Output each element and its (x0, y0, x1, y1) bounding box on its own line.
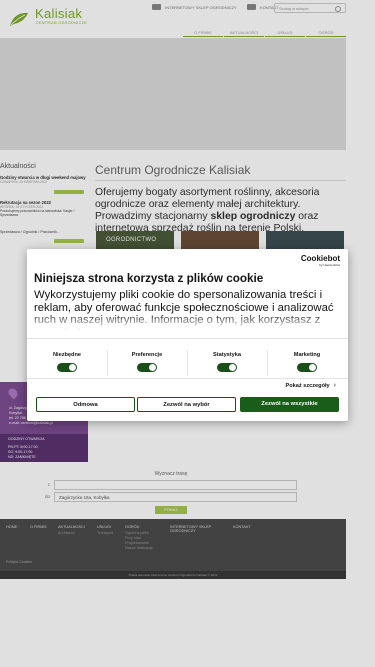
toggle-statistics[interactable] (217, 363, 237, 372)
show-details-link[interactable]: Pokaż szczegóły › (286, 382, 337, 389)
consent-statistics: Statystyka (187, 352, 267, 372)
consent-preferences: Preferencje (107, 352, 187, 372)
deny-button[interactable]: Odmowa (36, 397, 135, 412)
cookiebot-logo[interactable]: Cookiebot by Usercentrics (301, 254, 340, 267)
divider (27, 338, 348, 339)
divider (27, 378, 348, 379)
chevron-right-icon: › (333, 382, 336, 389)
cookie-dialog: Cookiebot by Usercentrics Niniejsza stro… (27, 249, 348, 421)
cookie-title: Niniejsza strona korzysta z plików cooki… (34, 272, 264, 285)
allow-selection-button[interactable]: Zezwól na wybór (137, 397, 236, 412)
toggle-marketing[interactable] (297, 363, 317, 372)
consent-necessary: Niezbędne (27, 352, 107, 372)
allow-all-button[interactable]: Zezwól na wszystkie (240, 397, 339, 412)
text-fade (34, 313, 346, 330)
consent-marketing: Marketing (267, 352, 347, 372)
toggle-necessary[interactable] (57, 363, 77, 372)
toggle-preferences[interactable] (137, 363, 157, 372)
